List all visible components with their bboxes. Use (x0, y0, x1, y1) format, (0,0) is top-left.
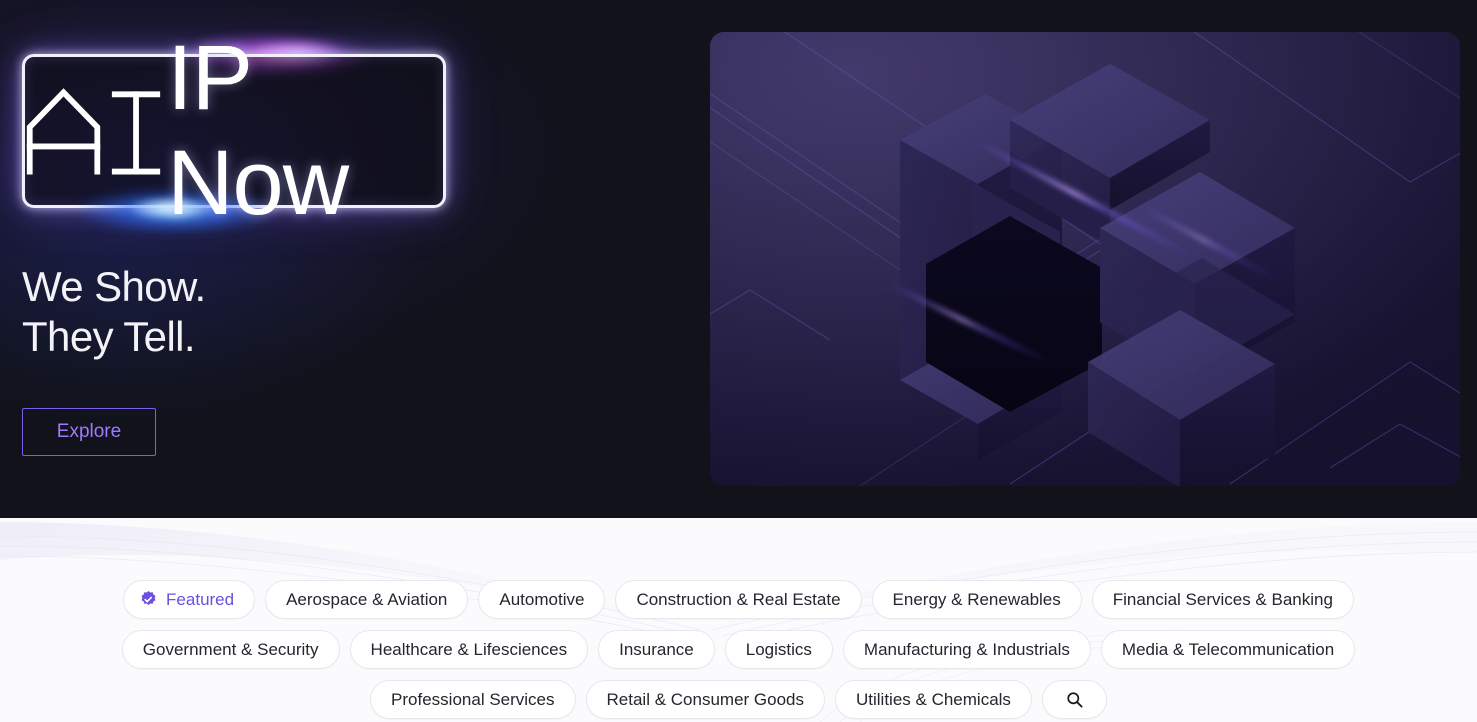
filter-row-3: Professional Services Retail & Consumer … (370, 680, 1107, 719)
industry-filter-section: Featured Aerospace & Aviation Automotive… (0, 518, 1477, 722)
filter-row-1: Featured Aerospace & Aviation Automotive… (123, 580, 1354, 619)
tagline-line-1: We Show. (22, 263, 206, 310)
filter-row-2: Government & Security Healthcare & Lifes… (121, 630, 1356, 669)
hero-tagline: We Show. They Tell. (22, 262, 206, 361)
filter-pill-retail-consumer-goods[interactable]: Retail & Consumer Goods (585, 680, 825, 719)
filter-pill-aerospace-aviation[interactable]: Aerospace & Aviation (265, 580, 469, 619)
hero-section: IP Now We Show. They Tell. Explore (0, 0, 1477, 518)
brand-logo: IP Now (22, 27, 446, 240)
hero-artwork (710, 32, 1460, 486)
logo-letter-i-icon (111, 91, 161, 175)
filter-pill-government-security[interactable]: Government & Security (121, 630, 340, 669)
filter-pill-media-telecommunication[interactable]: Media & Telecommunication (1100, 630, 1356, 669)
explore-button[interactable]: Explore (22, 408, 156, 456)
filter-pill-professional-services[interactable]: Professional Services (370, 680, 576, 719)
filter-pill-label: Featured (166, 589, 235, 609)
isometric-blocks-illustration (710, 32, 1460, 486)
filter-pill-utilities-chemicals[interactable]: Utilities & Chemicals (835, 680, 1032, 719)
filter-pill-insurance[interactable]: Insurance (598, 630, 715, 669)
filter-pill-healthcare-lifesciences[interactable]: Healthcare & Lifesciences (349, 630, 589, 669)
filter-pill-automotive[interactable]: Automotive (478, 580, 606, 619)
verified-badge-icon (141, 590, 156, 606)
brand-logo-text: IP Now (22, 27, 446, 234)
page-root: IP Now We Show. They Tell. Explore Featu… (0, 0, 1477, 722)
filter-pill-logistics[interactable]: Logistics (724, 630, 833, 669)
filter-pill-manufacturing-industrials[interactable]: Manufacturing & Industrials (842, 630, 1091, 669)
tagline-line-2: They Tell. (22, 312, 196, 360)
filter-pill-featured[interactable]: Featured (123, 580, 256, 619)
logo-letter-a-icon (26, 88, 101, 175)
search-icon (1067, 692, 1083, 708)
filter-rows: Featured Aerospace & Aviation Automotive… (0, 580, 1477, 719)
filter-pill-financial-services-banking[interactable]: Financial Services & Banking (1091, 580, 1354, 619)
filter-pill-energy-renewables[interactable]: Energy & Renewables (871, 580, 1082, 619)
filter-pill-construction-real-estate[interactable]: Construction & Real Estate (615, 580, 862, 619)
logo-word-rest: IP Now (167, 27, 349, 234)
search-button[interactable] (1041, 680, 1107, 719)
